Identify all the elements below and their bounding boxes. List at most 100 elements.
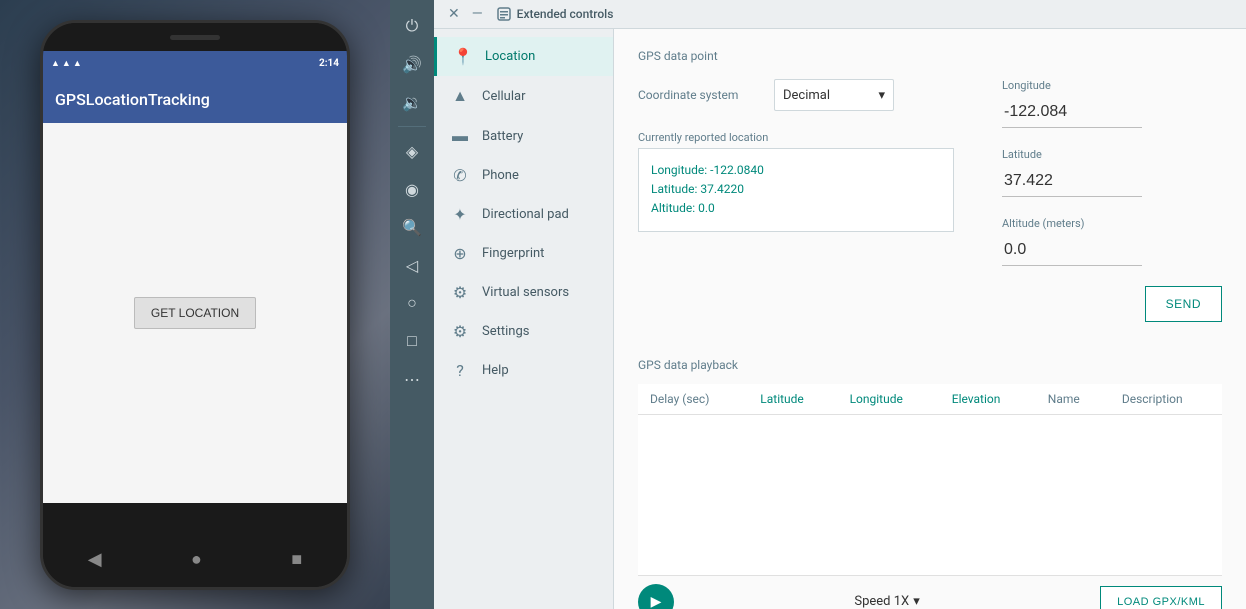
longitude-label: Longitude <box>1002 79 1222 92</box>
toolbar-divider-1 <box>398 126 426 127</box>
phone-status-time: 2:14 <box>319 58 339 69</box>
play-icon: ▶ <box>651 593 662 609</box>
play-button[interactable]: ▶ <box>638 584 674 609</box>
controls-sidebar: 📍 Location ▲ Cellular ▬ Battery ✆ Phone … <box>434 29 614 609</box>
playback-table-body <box>638 415 1222 575</box>
sidebar-item-virtual-sensors[interactable]: ⚙ Virtual sensors <box>434 273 613 312</box>
sidebar-item-settings[interactable]: ⚙ Settings <box>434 312 613 351</box>
sidebar-item-dpad[interactable]: ✦ Directional pad <box>434 195 613 234</box>
controls-top-bar: ✕ — Extended controls <box>434 0 1246 29</box>
dropdown-chevron: ▾ <box>878 88 885 103</box>
col-elevation: Elevation <box>940 384 1036 415</box>
sim-icon: ▲ <box>51 58 60 69</box>
coordinate-system-label: Coordinate system <box>638 88 758 102</box>
gps-playback-section: GPS data playback Delay (sec) Latitude L… <box>638 358 1222 609</box>
altitude-input[interactable] <box>1002 234 1142 266</box>
phone-speaker <box>170 35 220 40</box>
screenshot-button[interactable]: ◉ <box>394 171 430 207</box>
sidebar-label-phone: Phone <box>482 168 519 183</box>
signal-icon: ▲ <box>73 58 82 69</box>
fingerprint-icon: ⊕ <box>450 244 470 263</box>
send-row: SEND <box>1002 286 1222 322</box>
speed-dropdown[interactable]: Speed 1X ▾ <box>854 594 919 609</box>
overview-button[interactable]: ○ <box>394 285 430 321</box>
latitude-group: Latitude <box>1002 148 1222 197</box>
speed-label: Speed 1X <box>854 594 909 609</box>
power-button[interactable]: ⏻ <box>394 8 430 44</box>
dpad-icon: ✦ <box>450 205 470 224</box>
phone-top-bar <box>43 23 347 51</box>
nav-recent-icon[interactable]: ■ <box>291 549 302 570</box>
sensors-icon: ⚙ <box>450 283 470 302</box>
square-button[interactable]: □ <box>394 323 430 359</box>
col-delay: Delay (sec) <box>638 384 748 415</box>
phone-status-left: ▲ ▲ ▲ <box>51 58 82 69</box>
phone-status-bar: ▲ ▲ ▲ 2:14 <box>43 51 347 75</box>
playback-title: GPS data playback <box>638 358 1222 372</box>
playback-footer: ▶ Speed 1X ▾ LOAD GPX/KML <box>638 575 1222 609</box>
sidebar-label-battery: Battery <box>482 129 523 144</box>
coordinate-system-value: Decimal <box>783 88 830 103</box>
playback-table-header: Delay (sec) Latitude Longitude Elevation… <box>638 384 1222 415</box>
volume-down-button[interactable]: 🔉 <box>394 84 430 120</box>
zoom-button[interactable]: 🔍 <box>394 209 430 245</box>
emulator-toolbar: ⏻ 🔊 🔉 ◈ ◉ 🔍 ◁ ○ □ ⋯ <box>390 0 434 609</box>
latitude-label: Latitude <box>1002 148 1222 161</box>
close-button[interactable]: ✕ <box>442 4 466 24</box>
latitude-input[interactable] <box>1002 165 1142 197</box>
extended-controls-panel: ✕ — Extended controls 📍 Location ▲ Cellu… <box>434 0 1246 609</box>
phone-app-bar: GPSLocationTracking <box>43 75 347 123</box>
sidebar-item-phone[interactable]: ✆ Phone <box>434 156 613 195</box>
altitude-group: Altitude (meters) <box>1002 217 1222 266</box>
nav-home-icon[interactable]: ● <box>191 549 202 570</box>
reported-line1: Longitude: -122.0840 <box>651 161 941 180</box>
controls-icon <box>497 7 511 21</box>
sidebar-label-cellular: Cellular <box>482 89 525 104</box>
reported-location-box: Longitude: -122.0840 Latitude: 37.4220 A… <box>638 148 954 232</box>
get-location-button[interactable]: GET LOCATION <box>134 297 256 329</box>
phone-icon: ✆ <box>450 166 470 185</box>
controls-main: GPS data point Coordinate system Decimal… <box>614 29 1246 609</box>
phone-content: GET LOCATION <box>43 123 347 503</box>
phone-nav-bar: ◀ ● ■ <box>43 531 347 587</box>
battery-icon: ▬ <box>450 126 470 146</box>
coordinate-system-dropdown[interactable]: Decimal ▾ <box>774 79 894 111</box>
col-name: Name <box>1036 384 1110 415</box>
sidebar-label-fingerprint: Fingerprint <box>482 246 544 261</box>
altitude-label: Altitude (meters) <box>1002 217 1222 230</box>
sidebar-label-location: Location <box>485 49 535 64</box>
gps-section-title: GPS data point <box>638 49 1222 63</box>
controls-body: 📍 Location ▲ Cellular ▬ Battery ✆ Phone … <box>434 29 1246 609</box>
coordinate-system-row: Coordinate system Decimal ▾ <box>638 79 954 111</box>
sidebar-label-help: Help <box>482 363 509 378</box>
device-area: ▲ ▲ ▲ 2:14 GPSLocationTracking GET LOCAT… <box>0 0 390 609</box>
reported-line2: Latitude: 37.4220 <box>651 180 941 199</box>
sidebar-label-settings: Settings <box>482 324 529 339</box>
sidebar-item-cellular[interactable]: ▲ Cellular <box>434 76 613 116</box>
sidebar-label-virtual-sensors: Virtual sensors <box>482 285 569 300</box>
reported-location-label: Currently reported location <box>638 131 954 144</box>
sidebar-item-help[interactable]: ? Help <box>434 351 613 390</box>
playback-table: Delay (sec) Latitude Longitude Elevation… <box>638 384 1222 575</box>
col-longitude: Longitude <box>838 384 940 415</box>
speed-chevron: ▾ <box>913 594 920 609</box>
back-button[interactable]: ◁ <box>394 247 430 283</box>
extended-controls-button[interactable]: ⋯ <box>394 361 430 397</box>
cellular-icon: ▲ <box>450 86 470 106</box>
minimize-button[interactable]: — <box>466 4 489 24</box>
send-button[interactable]: SEND <box>1145 286 1222 322</box>
load-gpx-button[interactable]: LOAD GPX/KML <box>1100 586 1222 609</box>
rotate-button[interactable]: ◈ <box>394 133 430 169</box>
longitude-input[interactable] <box>1002 96 1142 128</box>
phone-app-title: GPSLocationTracking <box>55 90 210 109</box>
sidebar-item-battery[interactable]: ▬ Battery <box>434 116 613 156</box>
sidebar-item-fingerprint[interactable]: ⊕ Fingerprint <box>434 234 613 273</box>
sidebar-item-location[interactable]: 📍 Location <box>434 37 613 76</box>
nav-back-icon[interactable]: ◀ <box>88 549 102 570</box>
reported-line3: Altitude: 0.0 <box>651 199 941 218</box>
location-icon: 📍 <box>453 47 473 66</box>
wifi-icon: ▲ <box>62 58 71 69</box>
volume-up-button[interactable]: 🔊 <box>394 46 430 82</box>
panel-title: Extended controls <box>517 7 614 21</box>
phone-frame: ▲ ▲ ▲ 2:14 GPSLocationTracking GET LOCAT… <box>40 20 350 590</box>
